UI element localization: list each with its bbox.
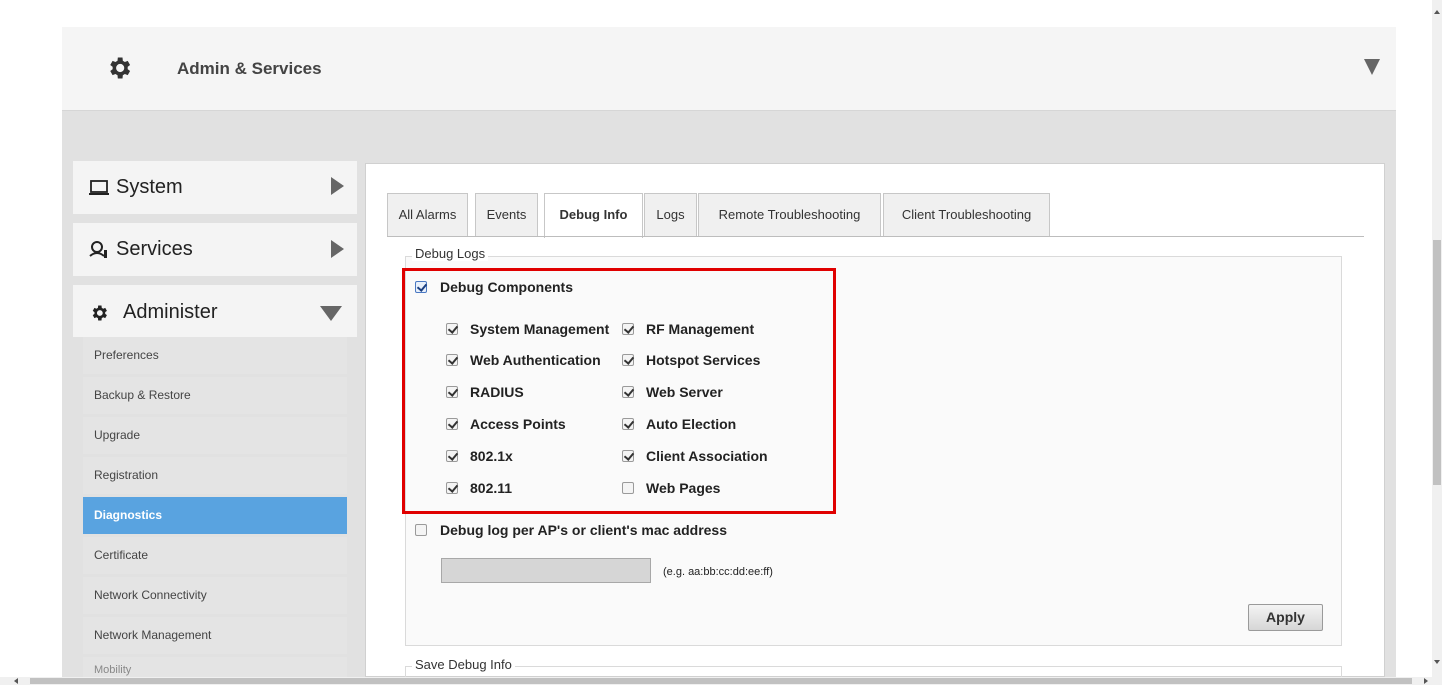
scroll-up-icon[interactable]: [1434, 10, 1440, 14]
sidebar-item-upgrade[interactable]: Upgrade: [83, 417, 347, 454]
laptop-icon: [89, 180, 109, 195]
admin-services-header[interactable]: Admin & Services: [62, 27, 1396, 111]
nav-section-label: Services: [116, 238, 193, 260]
save-debug-legend: Save Debug Info: [412, 657, 515, 672]
sidebar-item-preferences[interactable]: Preferences: [83, 337, 347, 374]
sidebar-item-network-management[interactable]: Network Management: [83, 617, 347, 654]
sidebar-item-backup-restore[interactable]: Backup & Restore: [83, 377, 347, 414]
collapse-icon[interactable]: [1364, 59, 1380, 75]
apply-button[interactable]: Apply: [1248, 604, 1323, 631]
mac-address-hint: (e.g. aa:bb:cc:dd:ee:ff): [663, 566, 773, 578]
debug-logs-legend: Debug Logs: [412, 246, 489, 261]
sidebar-item-mobility[interactable]: Mobility: [83, 657, 347, 677]
chevron-right-icon: [331, 240, 344, 258]
sidebar-item-diagnostics[interactable]: Diagnostics: [83, 497, 347, 534]
nav-section-system[interactable]: System: [73, 161, 357, 214]
chevron-right-icon: [331, 177, 344, 195]
horizontal-scroll-thumb[interactable]: [30, 678, 1412, 684]
scroll-left-icon[interactable]: [14, 678, 18, 684]
mac-address-input[interactable]: [441, 558, 651, 583]
tab-logs[interactable]: Logs: [644, 193, 697, 237]
tab-debug-info[interactable]: Debug Info: [544, 193, 643, 238]
tab-client-troubleshooting[interactable]: Client Troubleshooting: [883, 193, 1050, 237]
header-title: Admin & Services: [177, 59, 322, 78]
vertical-scroll-thumb[interactable]: [1433, 240, 1441, 485]
nav-section-label: System: [116, 176, 183, 198]
mac-filter-label: Debug log per AP's or client's mac addre…: [440, 522, 727, 538]
sidebar-item-certificate[interactable]: Certificate: [83, 537, 347, 574]
scroll-down-icon[interactable]: [1434, 660, 1440, 664]
sidebar-item-registration[interactable]: Registration: [83, 457, 347, 494]
nav-section-label: Administer: [123, 301, 218, 323]
nav-section-services[interactable]: Services: [73, 223, 357, 276]
tab-remote-troubleshooting[interactable]: Remote Troubleshooting: [698, 193, 881, 237]
tab-all-alarms[interactable]: All Alarms: [387, 193, 468, 237]
mac-filter-checkbox[interactable]: [415, 524, 427, 536]
scroll-right-icon[interactable]: [1424, 678, 1428, 684]
chevron-down-icon: [320, 306, 342, 321]
tab-divider: [387, 236, 1364, 237]
sidebar-item-network-connectivity[interactable]: Network Connectivity: [83, 577, 347, 614]
tab-events[interactable]: Events: [475, 193, 538, 237]
gear-icon: [92, 305, 107, 321]
services-icon: [89, 241, 107, 258]
highlight-box: [402, 268, 836, 514]
page: Admin & Services System Services Adminis…: [0, 0, 1442, 685]
gear-icon: [110, 57, 131, 79]
nav-section-administer[interactable]: Administer: [73, 285, 357, 337]
